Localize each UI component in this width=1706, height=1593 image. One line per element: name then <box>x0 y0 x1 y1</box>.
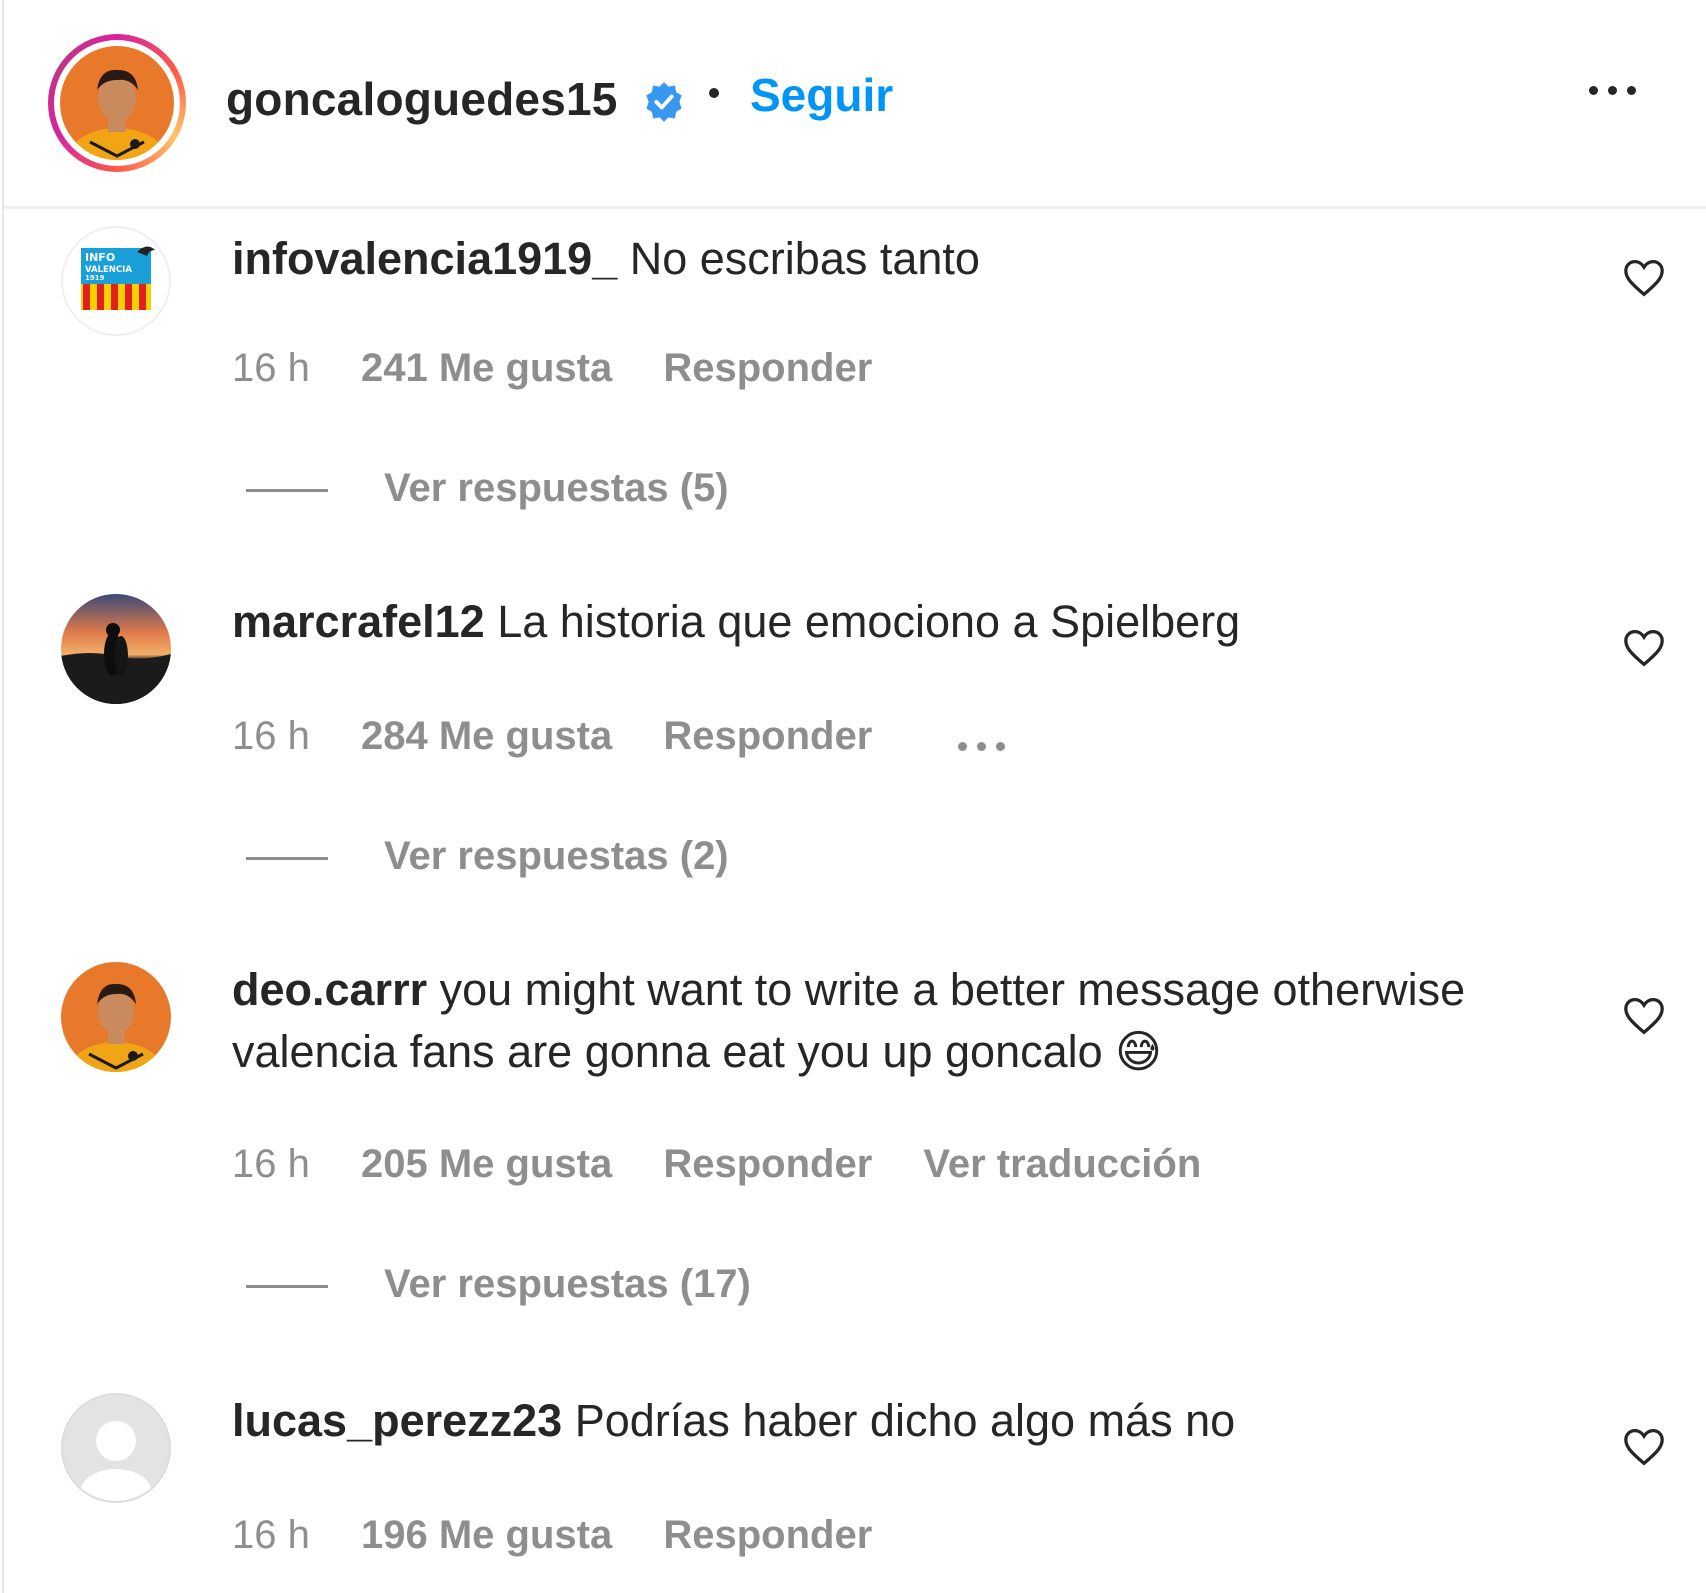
view-replies-label: Ver respuestas (5) <box>384 466 729 510</box>
post-header: goncaloguedes15 Seguir <box>4 0 1706 209</box>
reply-button[interactable]: Responder <box>663 346 872 390</box>
view-replies-button[interactable]: Ver respuestas (17) <box>246 1262 751 1307</box>
replies-line <box>246 488 328 492</box>
commenter-username[interactable]: deo.carrr <box>232 964 427 1015</box>
reply-button[interactable]: Responder <box>663 714 872 758</box>
likes-count[interactable]: 284 Me gusta <box>361 714 612 758</box>
commenter-avatar[interactable]: INFO VALENCIA 1919 <box>61 226 171 336</box>
reply-button[interactable]: Responder <box>663 1513 872 1557</box>
verified-badge-icon <box>646 82 682 122</box>
separator-dot <box>709 88 719 98</box>
comment-body: No escribas tanto <box>629 233 980 284</box>
comment-body: La historia que emociono a Spielberg <box>497 596 1241 647</box>
commenter-username[interactable]: infovalencia1919_ <box>232 233 617 284</box>
comment-meta: 16 h 284 Me gusta Responder <box>232 714 1010 761</box>
profile-avatar <box>60 46 174 160</box>
comment-body: Podrías haber dicho algo más no <box>574 1395 1236 1446</box>
replies-line <box>246 856 328 860</box>
reply-button[interactable]: Responder <box>663 1142 872 1186</box>
view-replies-button[interactable]: Ver respuestas (5) <box>246 466 729 511</box>
commenter-avatar[interactable] <box>61 594 171 704</box>
commenter-avatar[interactable] <box>61 1393 171 1503</box>
comment-options-icon[interactable] <box>953 716 1010 761</box>
story-ring[interactable] <box>48 34 186 172</box>
commenter-username[interactable]: marcrafel12 <box>232 596 485 647</box>
view-replies-button[interactable]: Ver respuestas (2) <box>246 834 729 879</box>
follow-button[interactable]: Seguir <box>750 68 893 122</box>
comment-meta: 16 h 241 Me gusta Responder <box>232 346 912 391</box>
svg-text:INFO: INFO <box>85 251 115 264</box>
view-replies-label: Ver respuestas (17) <box>384 1262 751 1306</box>
comment-text: lucas_perezz23 Podrías haber dicho algo … <box>232 1390 1532 1452</box>
comment-time: 16 h <box>232 346 310 390</box>
comment-meta: 16 h 196 Me gusta Responder <box>232 1513 912 1558</box>
post-author-username[interactable]: goncaloguedes15 <box>226 72 618 126</box>
comment-text: deo.carrr you might want to write a bett… <box>232 959 1532 1083</box>
more-options-icon[interactable] <box>1584 82 1654 122</box>
likes-count[interactable]: 196 Me gusta <box>361 1513 612 1557</box>
translate-button[interactable]: Ver traducción <box>923 1142 1201 1186</box>
view-replies-label: Ver respuestas (2) <box>384 834 729 878</box>
comments-panel: goncaloguedes15 Seguir INFO VALENCIA 191… <box>2 0 1706 1593</box>
svg-text:1919: 1919 <box>85 274 105 282</box>
default-user-icon <box>63 1395 169 1501</box>
replies-line <box>246 1284 328 1288</box>
like-heart-icon[interactable] <box>1622 996 1666 1036</box>
like-heart-icon[interactable] <box>1622 1427 1666 1467</box>
comment-text: marcrafel12 La historia que emociono a S… <box>232 591 1532 653</box>
comment-time: 16 h <box>232 714 310 758</box>
comment-time: 16 h <box>232 1513 310 1557</box>
sweat-smile-emoji: 😅 <box>1115 1026 1163 1077</box>
commenter-avatar[interactable] <box>61 962 171 1072</box>
like-heart-icon[interactable] <box>1622 628 1666 668</box>
likes-count[interactable]: 205 Me gusta <box>361 1142 612 1186</box>
comment-time: 16 h <box>232 1142 310 1186</box>
comment-text: infovalencia1919_ No escribas tanto <box>232 228 1532 290</box>
comment-meta: 16 h 205 Me gusta Responder Ver traducci… <box>232 1142 1241 1187</box>
like-heart-icon[interactable] <box>1622 258 1666 298</box>
commenter-username[interactable]: lucas_perezz23 <box>232 1395 562 1446</box>
likes-count[interactable]: 241 Me gusta <box>361 346 612 390</box>
